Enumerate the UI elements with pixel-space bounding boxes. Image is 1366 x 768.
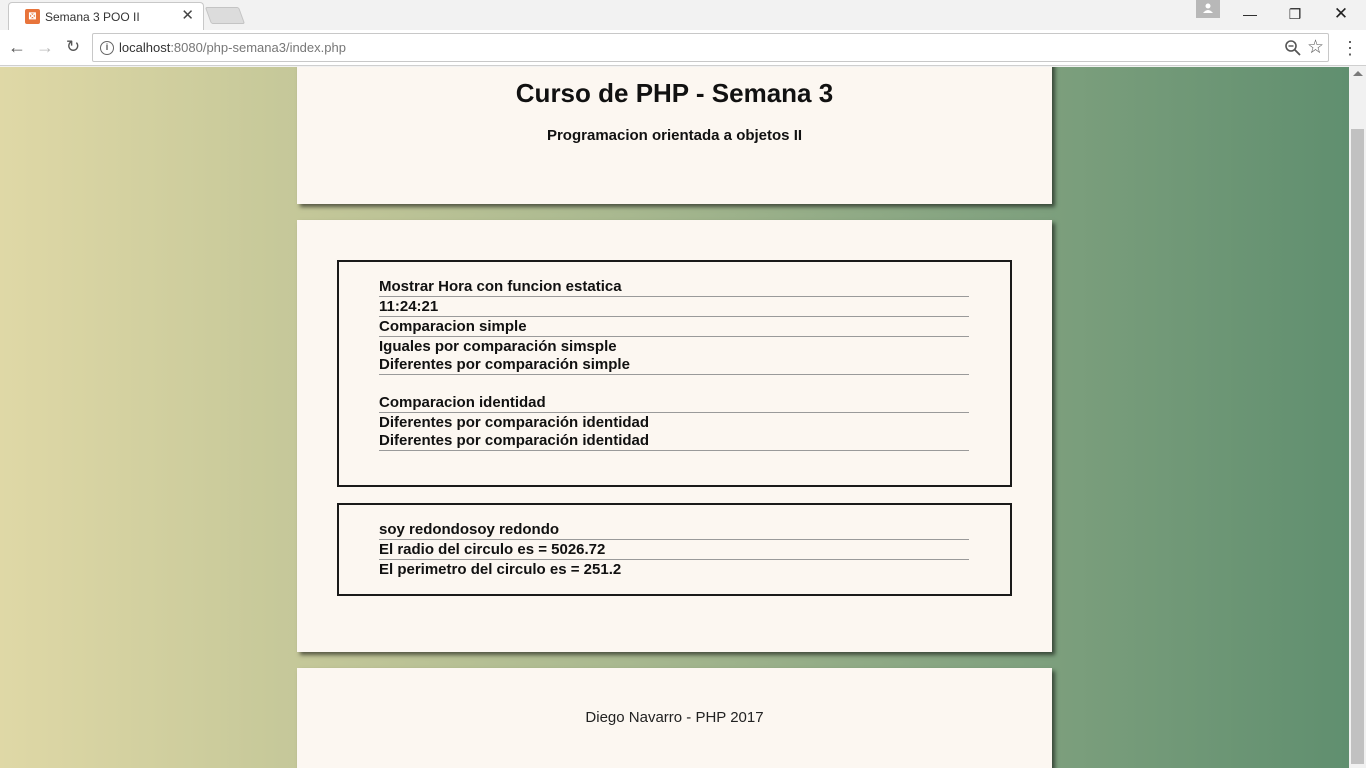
text-line: Diferentes por comparación identidad [379,432,650,449]
url-text[interactable]: localhost:8080/php-semana3/index.php [119,40,346,55]
minimize-button[interactable]: — [1227,0,1273,28]
divider [379,316,969,317]
page-title: Curso de PHP - Semana 3 [515,78,834,108]
text-line: El perimetro del circulo es = 251.2 [379,561,622,578]
info-icon[interactable]: i [100,41,114,55]
text-line: Diferentes por comparación identidad [379,414,650,431]
divider [379,539,969,540]
divider [379,450,969,451]
divider [379,296,969,297]
static-comparison-box: Mostrar Hora con funcion estatica 11:24:… [337,260,1012,487]
divider [379,412,969,413]
close-tab-icon[interactable]: ✕ [181,7,194,25]
address-bar[interactable]: i localhost:8080/php-semana3/index.php ☆ [92,33,1329,62]
text-line: soy redondosoy redondo [379,521,560,538]
divider [379,374,969,375]
back-arrow-icon[interactable]: ← [6,37,28,59]
scrollbar[interactable] [1349,67,1366,768]
forward-arrow-icon[interactable]: → [34,37,56,59]
header-panel: Curso de PHP - Semana 3 Programacion ori… [297,67,1052,204]
text-line: Diferentes por comparación simple [379,356,630,373]
main-panel: Mostrar Hora con funcion estatica 11:24:… [297,220,1052,652]
page-subtitle: Programacion orientada a objetos II [546,127,803,144]
divider [379,559,969,560]
text-line: Comparacion identidad [379,394,546,411]
reload-icon[interactable]: ↻ [62,37,84,59]
url-path: :8080/php-semana3/index.php [170,40,346,55]
zoom-icon[interactable] [1283,38,1303,58]
tab-title: Semana 3 POO II [45,10,140,24]
footer-panel: Diego Navarro - PHP 2017 [297,668,1052,768]
text-line: El radio del circulo es = 5026.72 [379,541,606,558]
tab-strip: ⊠ Semana 3 POO II ✕ — ❐ ✕ [0,0,1366,30]
menu-icon[interactable]: ⋮ [1340,37,1360,59]
scroll-thumb[interactable] [1351,129,1364,764]
browser-tab[interactable]: ⊠ Semana 3 POO II ✕ [8,2,204,30]
page-viewport: Curso de PHP - Semana 3 Programacion ori… [0,67,1349,768]
text-line: Iguales por comparación simsple [379,338,617,355]
circle-box: soy redondosoy redondo El radio del circ… [337,503,1012,596]
url-host: localhost [119,40,171,55]
new-tab-button[interactable] [204,7,246,24]
restore-button[interactable]: ❐ [1272,0,1318,28]
close-window-button[interactable]: ✕ [1318,0,1364,28]
xampp-icon: ⊠ [25,9,40,24]
footer-text: Diego Navarro - PHP 2017 [585,709,764,726]
browser-toolbar: ← → ↻ i localhost:8080/php-semana3/index… [0,30,1366,66]
scroll-up-arrow-icon[interactable] [1353,71,1363,76]
text-line: Comparacion simple [379,318,527,335]
star-icon[interactable]: ☆ [1307,36,1324,59]
profile-icon[interactable] [1196,0,1220,18]
text-line: 11:24:21 [379,298,439,315]
text-line: Mostrar Hora con funcion estatica [379,278,622,295]
divider [379,336,969,337]
